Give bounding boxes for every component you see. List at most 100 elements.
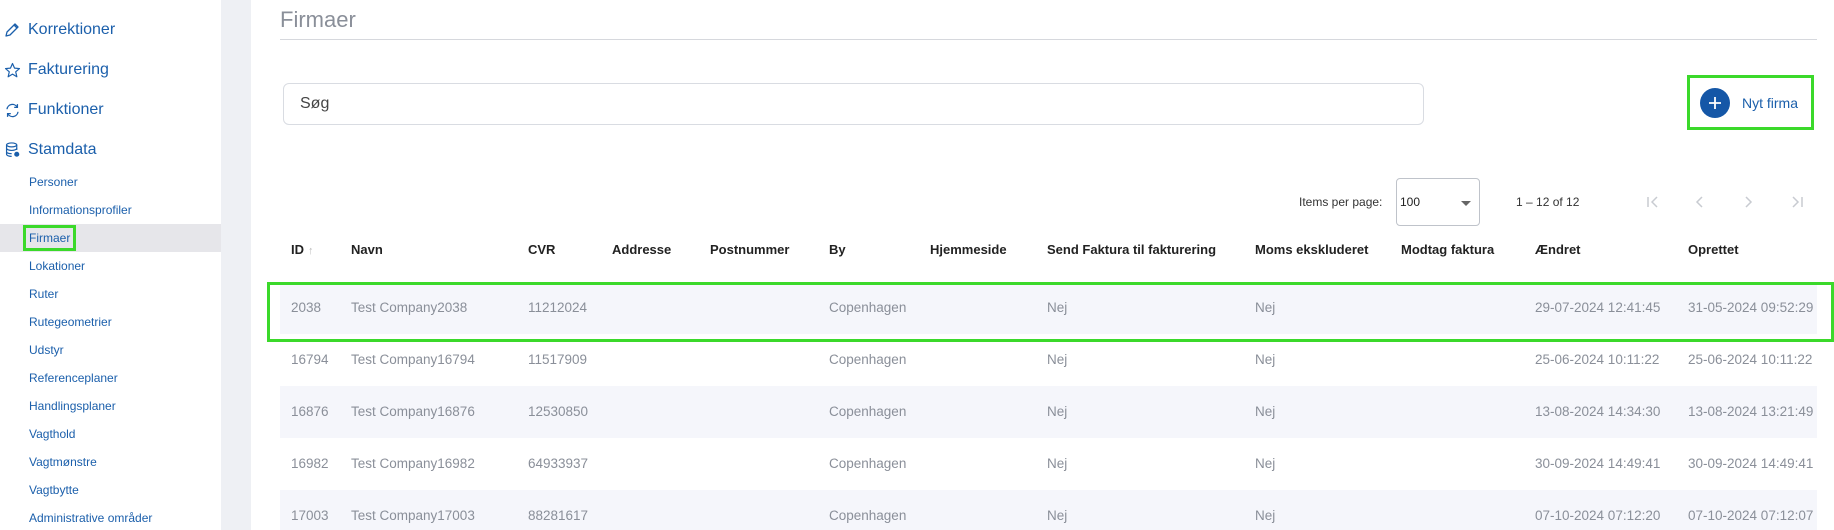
column-header-addresse[interactable]: Addresse (612, 242, 671, 257)
title-divider (280, 39, 1817, 40)
sidebar-item-referenceplaner[interactable]: Referenceplaner (0, 364, 221, 392)
sidebar-item-fakturering[interactable]: Fakturering (0, 50, 221, 90)
sidebar-item-informationsprofiler[interactable]: Informationsprofiler (0, 196, 221, 224)
previous-page-icon[interactable] (1688, 190, 1712, 214)
cell-by: Copenhagen (829, 456, 907, 471)
table-row[interactable]: 16982 Test Company16982 64933937 Copenha… (280, 438, 1817, 490)
cell-by: Copenhagen (829, 404, 907, 419)
table-header: ID ↑ Navn CVR Addresse Postnummer By Hjem… (280, 230, 1817, 270)
cell-moms-ekskluderet: Nej (1255, 456, 1276, 471)
sidebar-item-lokationer[interactable]: Lokationer (0, 252, 221, 280)
new-company-button[interactable]: Nyt firma (1687, 75, 1814, 130)
column-header-cvr[interactable]: CVR (528, 242, 555, 257)
column-header-send-faktura[interactable]: Send Faktura til fakturering (1047, 242, 1216, 257)
stamdata-submenu: Personer Informationsprofiler Firmaer Lo… (0, 168, 221, 530)
cell-moms-ekskluderet: Nej (1255, 508, 1276, 523)
column-header-id[interactable]: ID ↑ (291, 242, 314, 257)
sidebar-item-label: Udstyr (29, 343, 64, 357)
table-row[interactable]: 17003 Test Company17003 88281617 Copenha… (280, 490, 1817, 530)
column-header-label: ID (291, 242, 304, 257)
pagination-range: 1 – 12 of 12 (1516, 195, 1580, 209)
main-content: Firmaer Søg Nyt firma Items per page: 10… (251, 0, 1834, 530)
cell-navn: Test Company16982 (351, 456, 475, 471)
cell-cvr: 11517909 (528, 352, 588, 367)
sidebar-item-personer[interactable]: Personer (0, 168, 221, 196)
cell-oprettet: 13-08-2024 13:21:49 (1688, 404, 1814, 419)
column-header-oprettet[interactable]: Oprettet (1688, 242, 1739, 257)
cell-cvr: 11212024 (528, 300, 588, 315)
items-per-page-label: Items per page: (1299, 195, 1383, 209)
sidebar-item-vagtmonstre[interactable]: Vagtmønstre (0, 448, 221, 476)
cell-send-faktura: Nej (1047, 352, 1068, 367)
sidebar-item-firmaer[interactable]: Firmaer (0, 224, 221, 252)
column-header-aendret[interactable]: Ændret (1535, 242, 1581, 257)
cell-id: 16876 (291, 404, 329, 419)
column-header-postnummer[interactable]: Postnummer (710, 242, 789, 257)
sidebar-item-ruter[interactable]: Ruter (0, 280, 221, 308)
cell-send-faktura: Nej (1047, 456, 1068, 471)
sidebar-item-label: Rutegeometrier (29, 315, 112, 329)
items-per-page-value: 100 (1400, 195, 1421, 209)
sidebar-item-korrektioner[interactable]: Korrektioner (0, 10, 221, 50)
sidebar: Korrektioner Fakturering Funktioner Stam… (0, 0, 221, 530)
cell-cvr: 64933937 (528, 456, 589, 471)
star-icon (2, 60, 22, 80)
sidebar-item-vagtbytte[interactable]: Vagtbytte (0, 476, 221, 504)
sidebar-item-label: Stamdata (28, 141, 97, 158)
items-per-page-select[interactable]: 100 (1396, 178, 1480, 226)
sidebar-item-administrative-omrader[interactable]: Administrative områder (0, 504, 221, 530)
search-input[interactable]: Søg (283, 83, 1424, 125)
pencil-icon (2, 20, 22, 40)
cell-cvr: 88281617 (528, 508, 589, 523)
database-icon (2, 140, 22, 160)
table-row[interactable]: 2038 Test Company2038 11212024 Copenhage… (280, 282, 1817, 334)
first-page-icon[interactable] (1641, 190, 1665, 214)
cell-aendret: 29-07-2024 12:41:45 (1535, 300, 1661, 315)
column-header-hjemmeside[interactable]: Hjemmeside (930, 242, 1007, 257)
refresh-icon (2, 100, 22, 120)
table-row[interactable]: 16876 Test Company16876 12530850 Copenha… (280, 386, 1817, 438)
cell-aendret: 25-06-2024 10:11:22 (1535, 352, 1660, 367)
column-header-by[interactable]: By (829, 242, 846, 257)
sidebar-item-label: Firmaer (22, 225, 77, 251)
page-title: Firmaer (280, 7, 356, 32)
cell-send-faktura: Nej (1047, 404, 1068, 419)
sidebar-item-funktioner[interactable]: Funktioner (0, 90, 221, 130)
cell-navn: Test Company16876 (351, 404, 475, 419)
table-row[interactable]: 16794 Test Company16794 11517909 Copenha… (280, 334, 1817, 386)
column-header-navn[interactable]: Navn (351, 242, 383, 257)
cell-oprettet: 25-06-2024 10:11:22 (1688, 352, 1813, 367)
next-page-icon[interactable] (1736, 190, 1760, 214)
sidebar-item-label: Vagthold (29, 427, 76, 441)
cell-oprettet: 30-09-2024 14:49:41 (1688, 456, 1814, 471)
cell-aendret: 07-10-2024 07:12:20 (1535, 508, 1661, 523)
cell-navn: Test Company17003 (351, 508, 475, 523)
sidebar-item-label: Administrative områder (29, 511, 153, 525)
sidebar-item-stamdata[interactable]: Stamdata (0, 130, 221, 170)
sidebar-item-label: Vagtbytte (29, 483, 79, 497)
sidebar-item-udstyr[interactable]: Udstyr (0, 336, 221, 364)
cell-id: 17003 (291, 508, 329, 523)
sidebar-item-label: Vagtmønstre (29, 455, 97, 469)
sidebar-divider (221, 0, 251, 530)
sidebar-item-vagthold[interactable]: Vagthold (0, 420, 221, 448)
new-company-label: Nyt firma (1742, 94, 1798, 111)
cell-moms-ekskluderet: Nej (1255, 404, 1276, 419)
sidebar-item-handlingsplaner[interactable]: Handlingsplaner (0, 392, 221, 420)
column-header-moms-ekskluderet[interactable]: Moms ekskluderet (1255, 242, 1368, 257)
cell-moms-ekskluderet: Nej (1255, 300, 1276, 315)
cell-moms-ekskluderet: Nej (1255, 352, 1276, 367)
sidebar-main-nav: Korrektioner Fakturering Funktioner Stam… (0, 10, 221, 170)
cell-by: Copenhagen (829, 508, 907, 523)
sidebar-item-label: Ruter (29, 287, 59, 301)
cell-id: 2038 (291, 300, 322, 315)
cell-by: Copenhagen (829, 352, 907, 367)
column-header-modtag-faktura[interactable]: Modtag faktura (1401, 242, 1494, 257)
cell-navn: Test Company2038 (351, 300, 468, 315)
cell-aendret: 13-08-2024 14:34:30 (1535, 404, 1661, 419)
cell-send-faktura: Nej (1047, 508, 1068, 523)
last-page-icon[interactable] (1785, 190, 1809, 214)
cell-by: Copenhagen (829, 300, 907, 315)
sidebar-item-label: Handlingsplaner (29, 399, 116, 413)
sidebar-item-rutegeometrier[interactable]: Rutegeometrier (0, 308, 221, 336)
